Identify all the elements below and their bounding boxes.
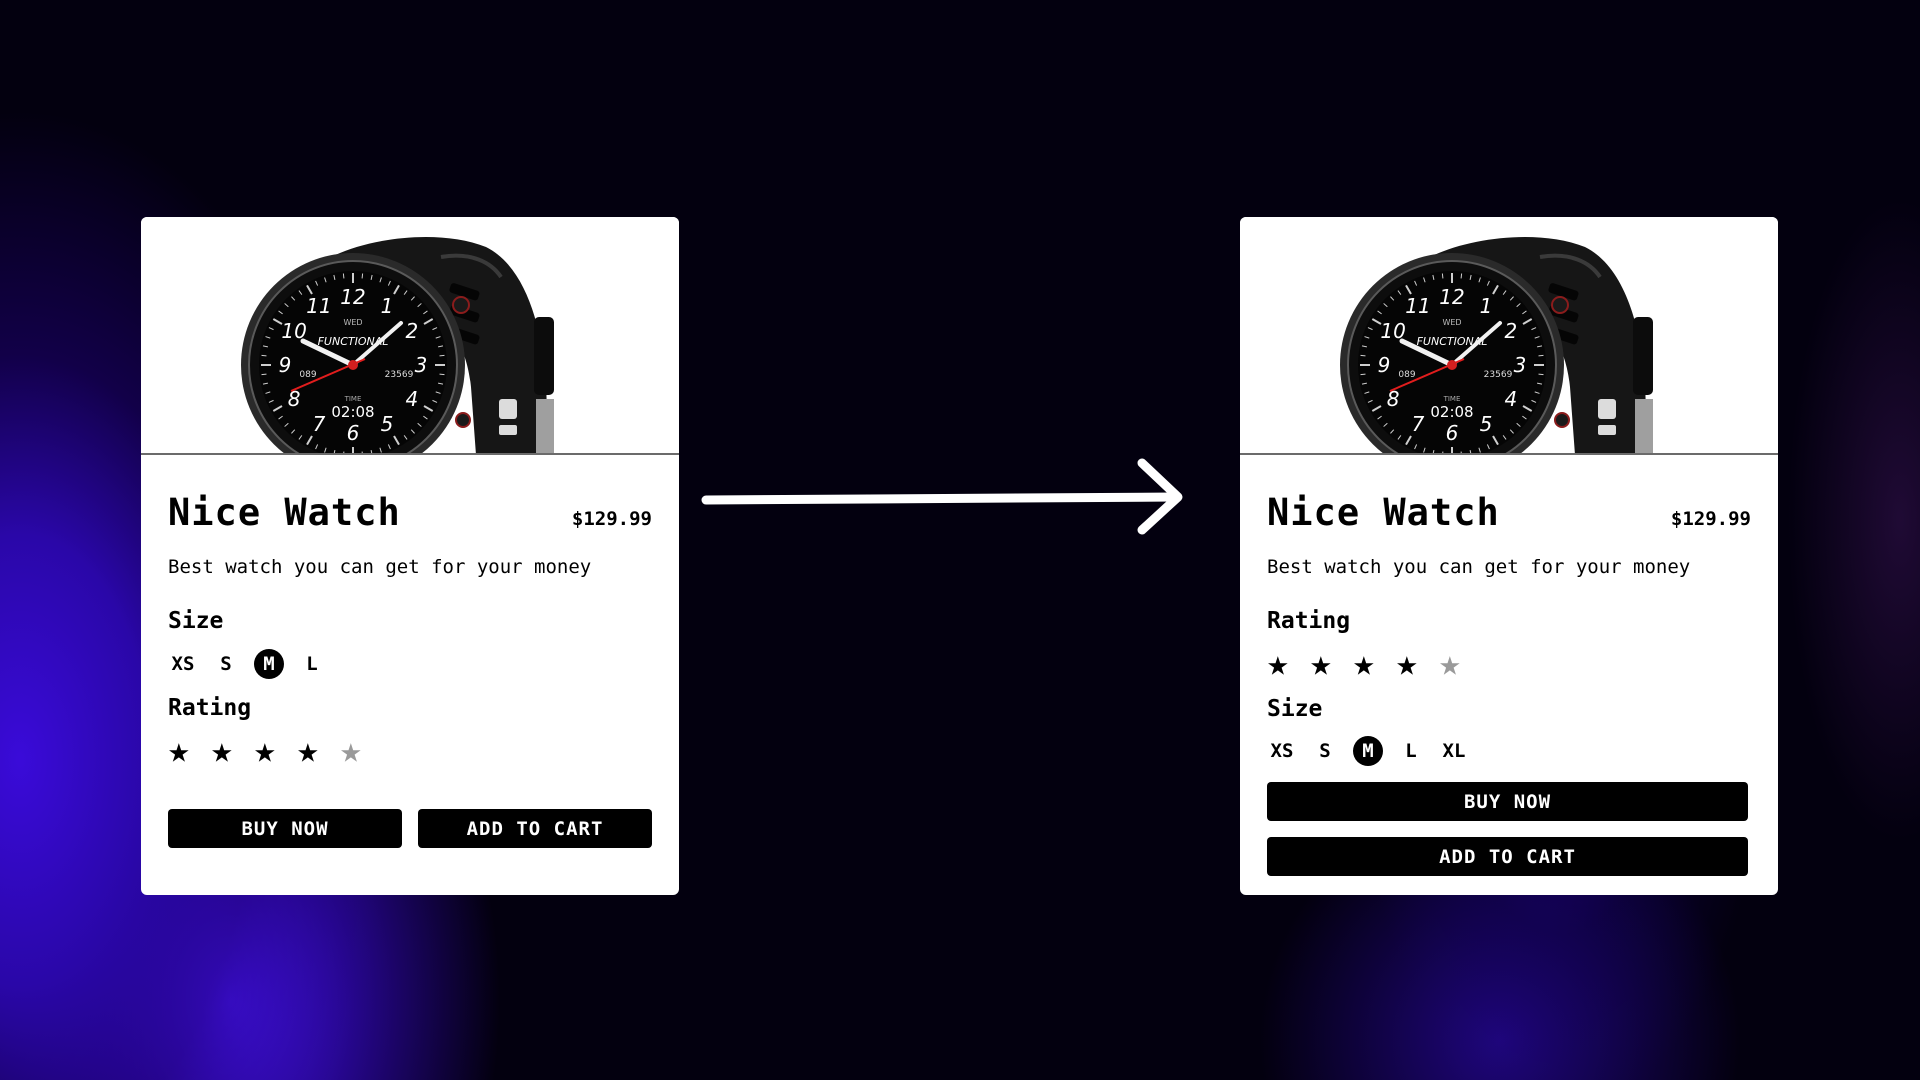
size-option-m[interactable]: M (1353, 736, 1383, 766)
star-icon[interactable]: ★ (211, 733, 254, 769)
rating-stars: ★ ★ ★ ★ ★ (1267, 646, 1751, 682)
watch-image: 1234567891011 12WEDFUNCTIONAL089 23569TIME… (1340, 236, 1653, 453)
svg-text:12: 12 (340, 285, 365, 309)
product-description: Best watch you can get for your money (168, 556, 592, 578)
size-label: Size (1267, 696, 1323, 722)
svg-text:23569: 23569 (385, 370, 414, 380)
star-icon[interactable]: ★ (1439, 646, 1482, 682)
star-icon[interactable]: ★ (1353, 646, 1396, 682)
product-card-before: 1 2 3 4 5 6 7 8 9 10 11 12 WED FUNCTIONAL 089 23569 TIME… (141, 217, 679, 895)
svg-text:TIME: TIME (344, 395, 362, 403)
rating-stars: ★ ★ ★ ★ ★ (168, 733, 652, 769)
size-option-m[interactable]: M (254, 649, 284, 679)
svg-text:4: 4 (1505, 387, 1518, 411)
buy-now-button[interactable]: BUY NOW (1267, 782, 1748, 821)
svg-text:23569: 23569 (1484, 370, 1513, 380)
svg-text:6: 6 (1446, 421, 1459, 445)
size-option-s[interactable]: S (1310, 736, 1340, 766)
size-label: Size (168, 608, 224, 634)
add-to-cart-button[interactable]: ADD TO CART (418, 809, 652, 848)
svg-text:089: 089 (299, 370, 316, 380)
size-option-l[interactable]: L (1396, 736, 1426, 766)
svg-text:2: 2 (406, 319, 419, 343)
svg-text:1: 1 (381, 294, 394, 318)
product-description: Best watch you can get for your money (1267, 556, 1691, 578)
size-option-xs[interactable]: XS (1267, 736, 1297, 766)
add-to-cart-button[interactable]: ADD TO CART (1267, 837, 1748, 876)
svg-text:5: 5 (381, 412, 394, 436)
svg-text:1: 1 (1480, 294, 1493, 318)
buy-now-button[interactable]: BUY NOW (168, 809, 402, 848)
size-option-xl[interactable]: XL (1439, 736, 1469, 766)
star-icon[interactable]: ★ (1396, 646, 1439, 682)
svg-text:11: 11 (306, 294, 331, 318)
svg-text:02:08: 02:08 (331, 403, 374, 421)
svg-text:7: 7 (1412, 412, 1425, 436)
product-title: Nice Watch (1267, 491, 1500, 534)
svg-text:02:08: 02:08 (1430, 403, 1473, 421)
svg-text:WED: WED (1442, 318, 1461, 327)
star-icon[interactable]: ★ (168, 733, 211, 769)
svg-text:9: 9 (1378, 353, 1391, 377)
product-price: $129.99 (571, 508, 652, 530)
product-image: 1 2 3 4 5 6 7 8 9 10 11 12 WED FUNCTIONAL 089 23569 TIME… (141, 217, 679, 455)
size-selector: XS S M L (168, 649, 652, 679)
star-icon[interactable]: ★ (1310, 646, 1353, 682)
svg-text:WED: WED (343, 318, 362, 327)
product-title: Nice Watch (168, 491, 401, 534)
svg-text:TIME: TIME (1443, 395, 1461, 403)
size-option-l[interactable]: L (297, 649, 327, 679)
star-icon[interactable]: ★ (1267, 646, 1310, 682)
svg-text:089: 089 (1398, 370, 1415, 380)
svg-text:5: 5 (1480, 412, 1493, 436)
size-option-s[interactable]: S (211, 649, 241, 679)
size-selector: XS S M L XL (1267, 736, 1751, 766)
svg-text:7: 7 (313, 412, 326, 436)
size-option-xs[interactable]: XS (168, 649, 198, 679)
arrow-right-icon (701, 458, 1183, 535)
svg-text:11: 11 (1405, 294, 1430, 318)
product-price: $129.99 (1670, 508, 1751, 530)
watch-image: 1234567891011 12WEDFUNCTIONAL089 23569TIME… (241, 236, 554, 453)
star-icon[interactable]: ★ (254, 733, 297, 769)
star-icon[interactable]: ★ (297, 733, 340, 769)
star-icon[interactable]: ★ (340, 733, 383, 769)
svg-text:9: 9 (279, 353, 292, 377)
svg-text:4: 4 (406, 387, 419, 411)
rating-label: Rating (1267, 608, 1351, 634)
product-card-after: 1 2 3 4 5 6 7 8 9 10 11 12 WED FUNCTIONAL 089 23569 TIME… (1240, 217, 1778, 895)
rating-label: Rating (168, 695, 252, 721)
product-image: 1 2 3 4 5 6 7 8 9 10 11 12 WED FUNCTIONAL 089 23569 TIME… (1240, 217, 1778, 455)
svg-text:12: 12 (1439, 285, 1464, 309)
svg-text:3: 3 (1514, 353, 1527, 377)
svg-text:6: 6 (347, 421, 360, 445)
svg-text:2: 2 (1505, 319, 1518, 343)
svg-text:3: 3 (415, 353, 428, 377)
